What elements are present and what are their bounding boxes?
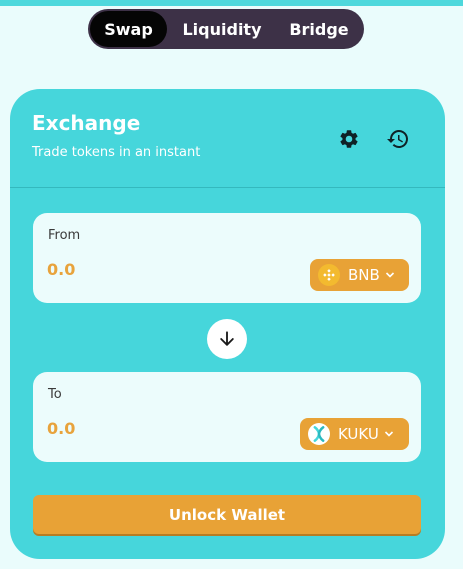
gear-icon: [340, 130, 358, 148]
top-accent-bar: [0, 0, 463, 6]
settings-button[interactable]: [335, 125, 363, 153]
from-token-select[interactable]: BNB: [310, 259, 409, 291]
tab-bridge[interactable]: Bridge: [277, 11, 361, 47]
arrow-down-icon: [220, 331, 234, 346]
to-label: To: [48, 387, 62, 402]
swap-nav: Swap Liquidity Bridge: [88, 9, 364, 49]
bnb-logo-icon: [318, 264, 340, 286]
exchange-header: Exchange Trade tokens in an instant: [10, 89, 445, 188]
chevron-down-icon: [385, 270, 395, 280]
exchange-title: Exchange: [32, 111, 141, 135]
from-token-symbol: BNB: [348, 266, 380, 284]
from-amount-input[interactable]: [47, 260, 197, 279]
switch-direction-button[interactable]: [207, 319, 247, 359]
from-panel: From BNB: [33, 213, 421, 303]
tab-swap[interactable]: Swap: [90, 11, 167, 47]
from-label: From: [48, 228, 81, 243]
to-token-symbol: KUKU: [338, 425, 379, 443]
exchange-card: Exchange Trade tokens in an instant From: [10, 89, 445, 559]
to-amount-input[interactable]: [47, 419, 197, 438]
to-token-select[interactable]: KUKU: [300, 418, 409, 450]
history-button[interactable]: [384, 125, 412, 153]
to-panel: To KUKU: [33, 372, 421, 462]
history-icon: [387, 130, 408, 148]
tab-liquidity[interactable]: Liquidity: [167, 11, 277, 47]
chevron-down-icon: [384, 429, 394, 439]
unlock-wallet-button[interactable]: Unlock Wallet: [33, 495, 421, 534]
kuku-logo-icon: [308, 423, 330, 445]
exchange-subtitle: Trade tokens in an instant: [32, 145, 201, 160]
